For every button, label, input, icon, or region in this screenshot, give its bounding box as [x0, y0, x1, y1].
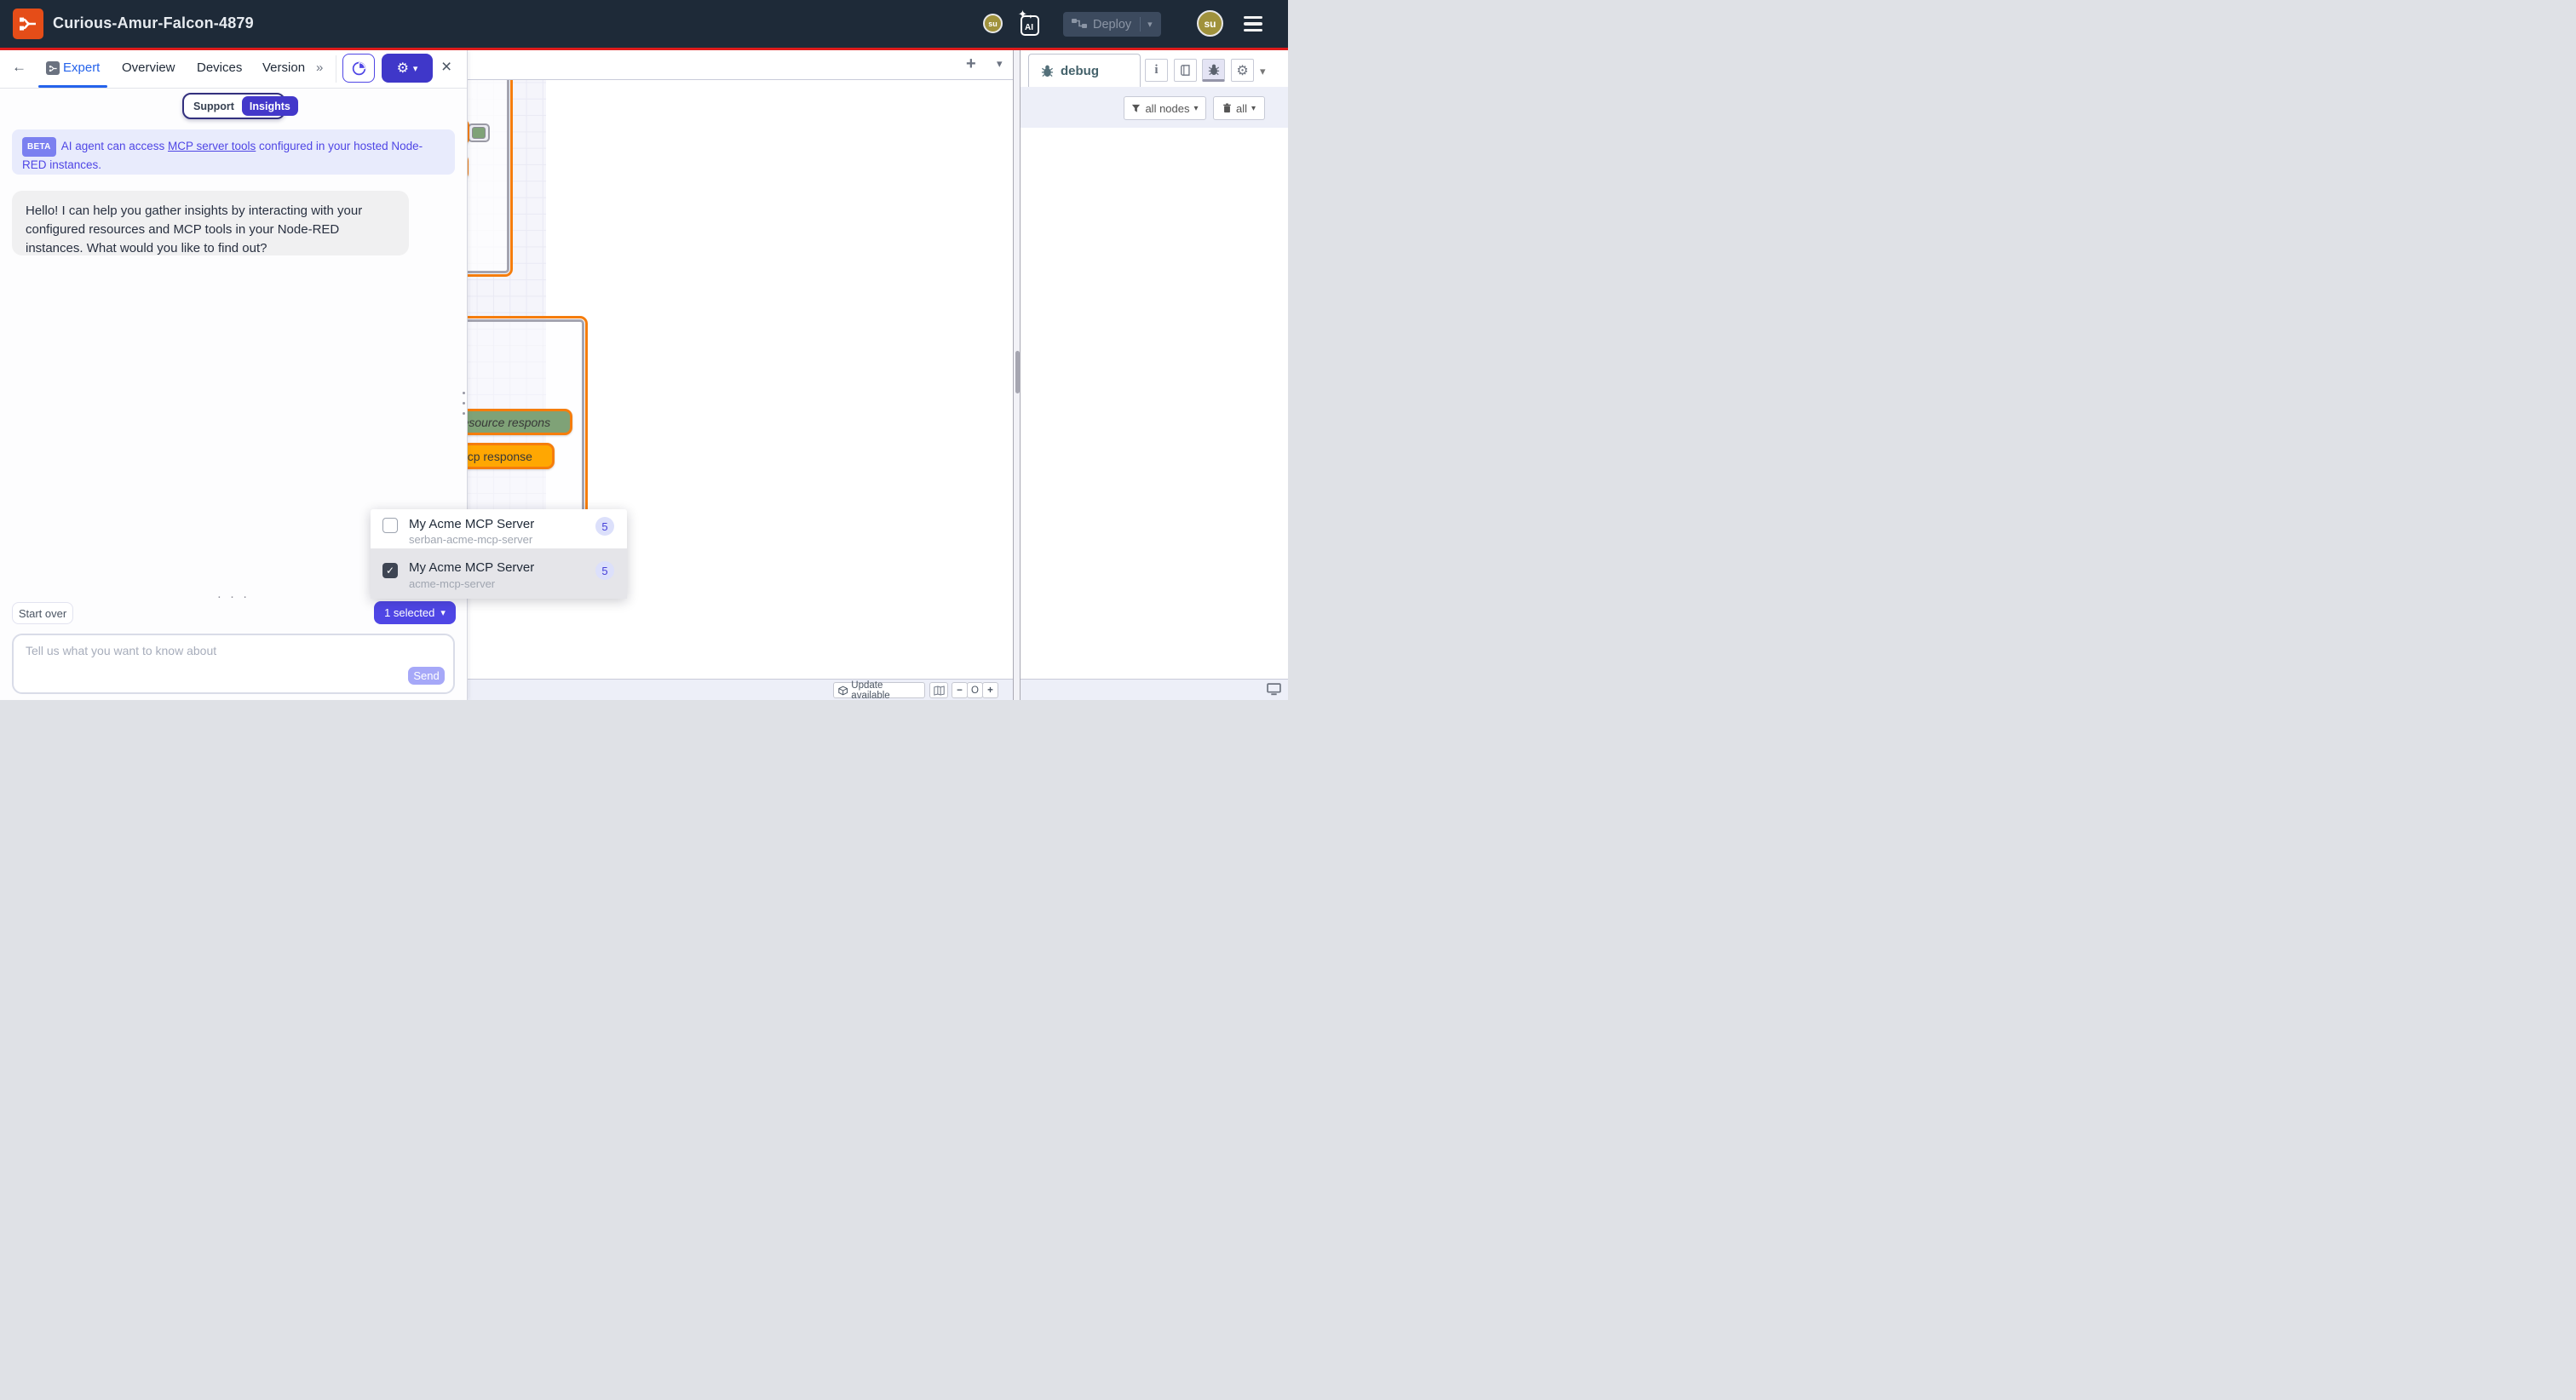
mcp-server-tools-link[interactable]: MCP server tools	[168, 140, 256, 152]
node-red-editor: + ▾	[0, 0, 1288, 700]
expert-logo-icon	[46, 61, 60, 75]
mcp-server-dropdown: My Acme MCP Server serban-acme-mcp-serve…	[371, 509, 627, 599]
avatar-user[interactable]: su	[1197, 10, 1223, 37]
book-icon	[1180, 64, 1192, 77]
tab-version[interactable]: Version	[262, 60, 305, 75]
zoom-in-button[interactable]: +	[982, 682, 998, 698]
insights-chart-button[interactable]	[342, 54, 375, 83]
start-over-button[interactable]: Start over	[12, 602, 73, 624]
main-menu-icon[interactable]	[1244, 14, 1262, 33]
avatar-small[interactable]: su	[983, 14, 1003, 33]
chat-input-container: Send	[12, 634, 455, 694]
panel-resize-handle[interactable]	[463, 402, 465, 405]
checkbox-checked[interactable]: ✓	[382, 563, 398, 578]
debug-message-list	[1021, 128, 1288, 700]
flow-list-caret-icon[interactable]: ▾	[997, 57, 1003, 71]
debug-filter-bar: all nodes ▾ all ▾	[1021, 87, 1288, 129]
back-arrow-icon[interactable]: ←	[12, 59, 26, 76]
checkbox-unchecked[interactable]	[382, 518, 398, 533]
add-flow-button[interactable]: +	[966, 55, 976, 74]
info-sidebar-button[interactable]: i	[1145, 59, 1168, 82]
server-selection-dropdown-button[interactable]: 1 selected ▾	[374, 601, 456, 624]
mcp-server-option[interactable]: My Acme MCP Server serban-acme-mcp-serve…	[371, 509, 627, 548]
tab-overflow-chevrons[interactable]: »	[316, 60, 323, 75]
assistant-mode-toggle[interactable]: Support Insights	[182, 93, 285, 119]
package-icon	[838, 686, 848, 696]
map-icon	[934, 686, 945, 696]
tab-devices[interactable]: Devices	[197, 60, 242, 75]
bug-icon	[1208, 64, 1220, 76]
ai-assistant-icon[interactable]: AI ✦ ✦	[1019, 11, 1042, 37]
debug-filter-button[interactable]: all nodes ▾	[1124, 96, 1206, 120]
panel-resize-handle[interactable]	[463, 412, 465, 415]
tool-count-badge: 5	[595, 517, 614, 536]
deploy-caret-icon: ▾	[1147, 19, 1153, 30]
active-tab-underline	[38, 85, 107, 88]
caret-down-icon: ▾	[440, 607, 446, 618]
assistant-greeting-bubble: Hello! I can help you gather insights by…	[12, 191, 409, 255]
app-logo-icon[interactable]	[13, 9, 43, 39]
sparkle-icon: ✦	[1028, 14, 1033, 20]
update-available-button[interactable]: Update available	[833, 682, 925, 698]
caret-down-icon: ▾	[413, 63, 418, 74]
navigator-map-button[interactable]	[929, 682, 948, 698]
assistant-tab-bar: ← Expert Overview Devices Version » ⚙ ▾ …	[0, 50, 467, 89]
sidebar-menu-caret-icon[interactable]: ▾	[1260, 65, 1266, 78]
chat-input[interactable]	[24, 642, 368, 688]
tool-count-badge: 5	[595, 561, 614, 580]
app-header: Curious-Amur-Falcon-4879 su AI ✦ ✦ Deplo…	[0, 0, 1288, 48]
sidebar-tab-row: debug i ⚙ ▾	[1021, 50, 1288, 88]
pie-chart-icon	[351, 60, 367, 77]
expand-sidebar-button[interactable]	[1267, 683, 1281, 700]
mcp-server-option-selected[interactable]: ✓ My Acme MCP Server acme-mcp-server 5	[371, 548, 627, 599]
beta-notice: BETAAI agent can access MCP server tools…	[12, 129, 455, 175]
zoom-out-button[interactable]: −	[952, 682, 968, 698]
send-button[interactable]: Send	[408, 667, 445, 685]
debug-sidebar-button[interactable]	[1202, 59, 1225, 82]
header-accent-line	[0, 48, 1288, 50]
flow-tabstrip: + ▾	[467, 50, 1013, 80]
canvas-footer: Update available − O +	[467, 679, 1013, 700]
canvas-sidebar-divider[interactable]	[1013, 50, 1021, 700]
input-resize-handle[interactable]: · · ·	[216, 589, 250, 604]
tab-overview[interactable]: Overview	[122, 60, 175, 75]
monitor-icon	[1267, 683, 1281, 696]
sparkle-icon: ✦	[1018, 8, 1027, 21]
sidebar-footer	[1021, 679, 1288, 700]
assistant-settings-button[interactable]: ⚙ ▾	[382, 54, 433, 83]
debug-sidebar: debug i ⚙ ▾ all nodes ▾ all ▾	[1021, 50, 1288, 700]
mode-insights[interactable]: Insights	[242, 96, 298, 116]
panel-resize-handle[interactable]	[463, 392, 465, 394]
deploy-flow-icon	[1072, 17, 1087, 32]
gear-icon: ⚙	[397, 60, 409, 77]
ai-assistant-panel: ← Expert Overview Devices Version » ⚙ ▾ …	[0, 50, 468, 700]
tab-debug[interactable]: debug	[1028, 54, 1141, 87]
funnel-icon	[1131, 104, 1141, 113]
debug-clear-button[interactable]: all ▾	[1213, 96, 1265, 120]
zoom-reset-button[interactable]: O	[967, 682, 983, 698]
canvas-scrollbar-thumb[interactable]	[1015, 351, 1020, 393]
trash-icon	[1222, 103, 1232, 113]
settings-sidebar-button[interactable]: ⚙	[1231, 59, 1254, 82]
help-sidebar-button[interactable]	[1174, 59, 1197, 82]
tab-expert[interactable]: Expert	[63, 60, 100, 75]
mode-support[interactable]: Support	[186, 100, 242, 112]
close-panel-button[interactable]: ×	[441, 57, 451, 77]
beta-badge: BETA	[22, 137, 56, 157]
bug-icon	[1041, 65, 1054, 77]
deploy-button[interactable]: Deploy ▾	[1063, 12, 1161, 37]
debug-enable-toggle[interactable]	[468, 123, 490, 142]
instance-title: Curious-Amur-Falcon-4879	[53, 14, 254, 32]
